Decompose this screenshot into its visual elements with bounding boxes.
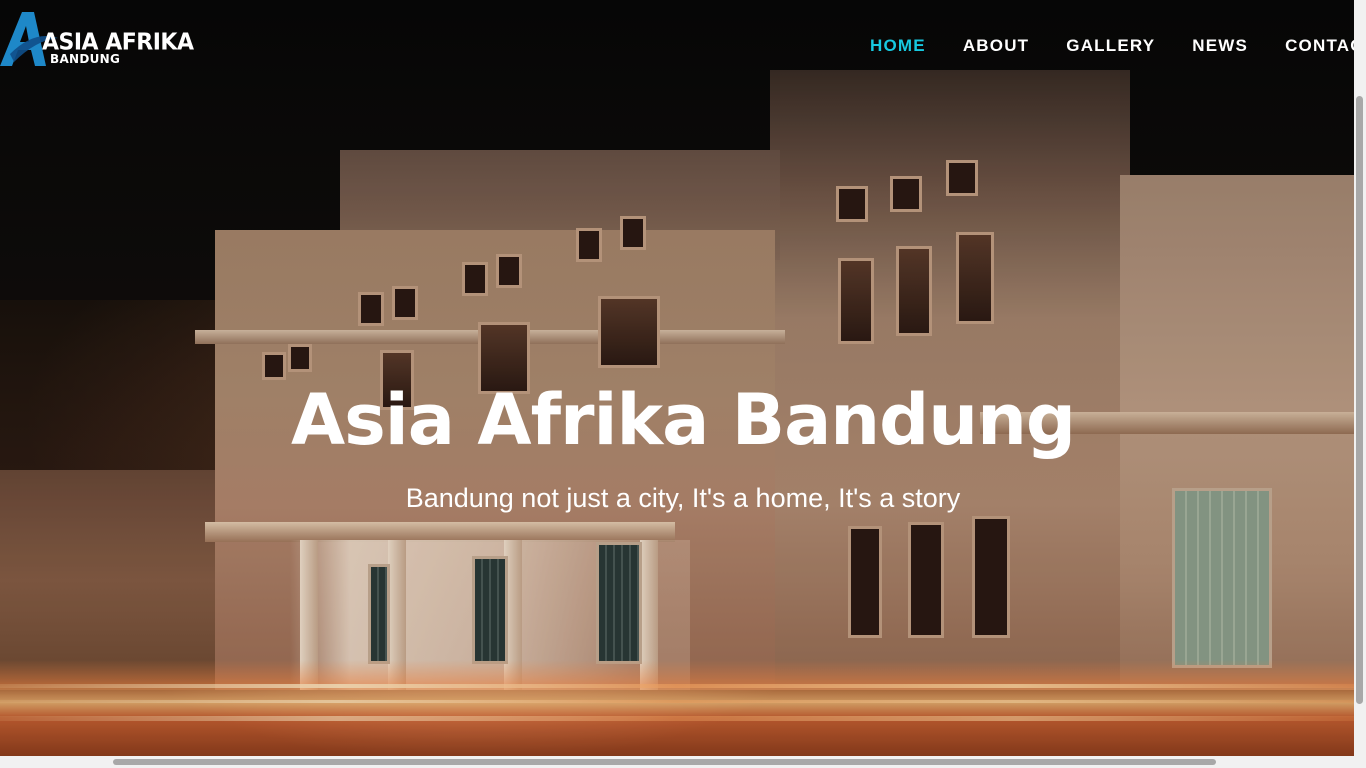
nav-item-contact[interactable]: CONTAC <box>1285 36 1354 56</box>
nav-item-home[interactable]: HOME <box>870 36 926 56</box>
logo-subtitle: BANDUNG <box>50 52 121 66</box>
nav-item-about[interactable]: ABOUT <box>963 36 1029 56</box>
nav-item-gallery[interactable]: GALLERY <box>1066 36 1155 56</box>
vertical-scrollbar-thumb[interactable] <box>1356 96 1363 704</box>
main-navigation: HOME ABOUT GALLERY NEWS CONTAC <box>870 36 1354 56</box>
nav-item-news[interactable]: NEWS <box>1192 36 1248 56</box>
hero-title: Asia Afrika Bandung <box>290 379 1076 461</box>
page-viewport: ASIA AFRIKA BANDUNG HOME ABOUT GALLERY N… <box>0 0 1354 756</box>
horizontal-scrollbar-thumb[interactable] <box>113 759 1216 765</box>
site-logo[interactable]: ASIA AFRIKA BANDUNG <box>0 8 194 70</box>
top-navbar: ASIA AFRIKA BANDUNG HOME ABOUT GALLERY N… <box>0 0 1354 92</box>
hero-subtitle: Bandung not just a city, It's a home, It… <box>405 483 961 513</box>
